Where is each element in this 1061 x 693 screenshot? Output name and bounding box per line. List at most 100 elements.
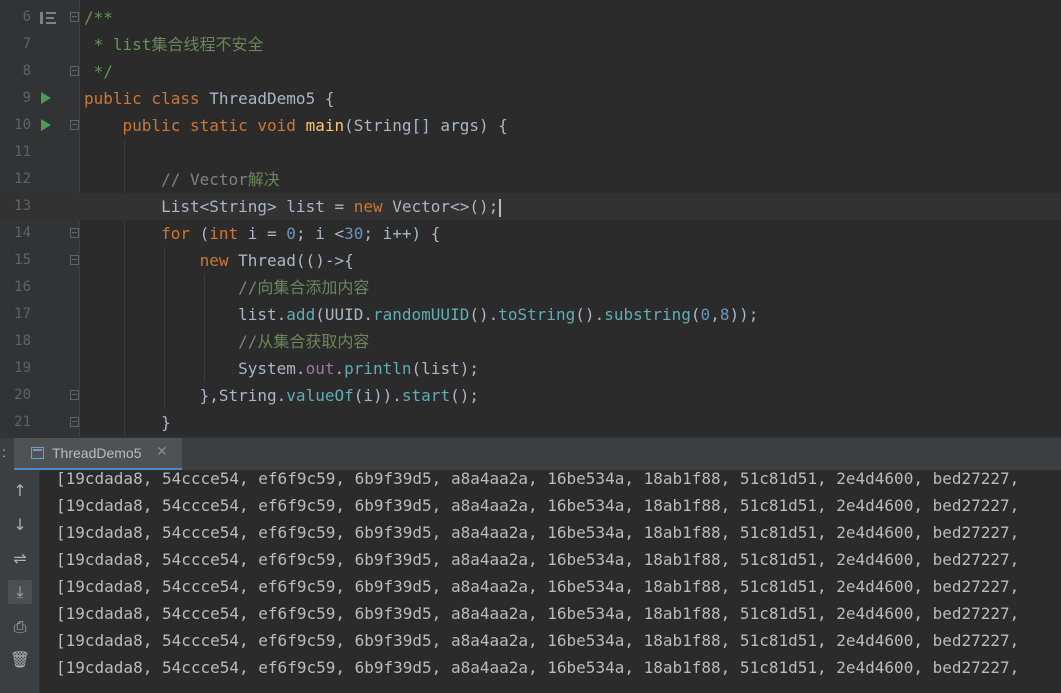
code-line-18[interactable]: 18 //从集合获取内容 xyxy=(0,328,1061,355)
code-line-13[interactable]: 13 List<String> list = new Vector<>(); xyxy=(0,193,1061,220)
code-token: toString xyxy=(498,305,576,324)
code-token: println xyxy=(344,359,412,378)
code-token: String xyxy=(218,386,277,405)
console-output-line: [19cdada8, 54ccce54, ef6f9c59, 6b9f39d5,… xyxy=(56,496,1020,515)
code-line-7[interactable]: 7 * list集合线程不安全 xyxy=(0,31,1061,58)
code-token: (i)). xyxy=(353,386,402,405)
code-token: * list xyxy=(84,35,152,54)
fold-icon[interactable] xyxy=(70,390,79,400)
code-token: public class xyxy=(84,89,210,108)
fold-icon[interactable] xyxy=(70,66,79,76)
code-text: //向集合添加内容 xyxy=(84,274,369,301)
line-number: 14 xyxy=(14,225,31,241)
text-caret xyxy=(499,198,502,217)
line-number: 11 xyxy=(14,144,31,160)
code-line-11[interactable]: 11 xyxy=(0,139,1061,166)
code-token: )); xyxy=(729,305,759,324)
console-toolbar: ↑ ↓ ⇌ ⤓ ⎙ 🗑 xyxy=(0,470,40,693)
code-line-19[interactable]: 19 System.out.println(list); xyxy=(0,355,1061,382)
soft-wrap-icon[interactable]: ⇌ xyxy=(8,547,32,571)
console-output-line: [19cdada8, 54ccce54, ef6f9c59, 6b9f39d5,… xyxy=(56,550,1020,569)
code-token: (()->{ xyxy=(295,251,354,270)
code-token: int xyxy=(209,224,248,243)
code-token: list. xyxy=(84,305,287,324)
code-line-17[interactable]: 17 list.add(UUID.randomUUID().toString()… xyxy=(0,301,1061,328)
code-token: <>(); xyxy=(450,197,499,216)
code-token: String xyxy=(209,197,268,216)
code-token: ( xyxy=(199,224,210,243)
code-token: 向集合添加内容 xyxy=(257,278,370,297)
run-icon[interactable] xyxy=(41,119,51,131)
line-number: 18 xyxy=(14,333,31,349)
console-icon xyxy=(31,447,44,459)
code-text: public class ThreadDemo5 { xyxy=(84,85,334,112)
code-token: ( xyxy=(690,305,701,324)
code-token: public static void xyxy=(84,116,306,135)
structure-icon[interactable] xyxy=(40,12,56,24)
code-token: // xyxy=(84,278,258,297)
code-token: System. xyxy=(84,359,306,378)
print-icon[interactable]: ⎙ xyxy=(8,615,32,639)
console-output-line: [19cdada8, 54ccce54, ef6f9c59, 6b9f39d5,… xyxy=(56,658,1020,677)
fold-icon[interactable] xyxy=(70,12,79,22)
code-token: out xyxy=(305,359,335,378)
code-line-8[interactable]: 8 */ xyxy=(0,58,1061,85)
code-token: main xyxy=(305,116,345,135)
line-number: 6 xyxy=(22,9,31,25)
line-number: 10 xyxy=(14,117,31,133)
code-line-16[interactable]: 16 //向集合添加内容 xyxy=(0,274,1061,301)
line-number: 12 xyxy=(14,171,31,187)
code-token: // xyxy=(84,332,258,351)
code-token: randomUUID xyxy=(373,305,470,324)
code-editor[interactable]: 6 /** 7 * list集合线程不安全 8 */ 9 public clas… xyxy=(0,0,1061,437)
code-token: String xyxy=(353,116,412,135)
fold-icon[interactable] xyxy=(70,255,79,265)
fold-icon[interactable] xyxy=(70,120,79,130)
fold-icon[interactable] xyxy=(70,228,79,238)
code-text: list.add(UUID.randomUUID().toString().su… xyxy=(84,301,758,328)
run-tab-label: ThreadDemo5 xyxy=(52,445,142,461)
line-number: 9 xyxy=(22,90,31,106)
code-token: i = xyxy=(247,224,287,243)
code-line-20[interactable]: 20 },String.valueOf(i)).start(); xyxy=(0,382,1061,409)
code-token: ; i++) { xyxy=(363,224,441,243)
code-token: { xyxy=(315,89,335,108)
code-token: > list = xyxy=(267,197,354,216)
arrow-up-icon[interactable]: ↑ xyxy=(8,479,32,503)
code-token: Vector xyxy=(392,197,451,216)
code-line-15[interactable]: 15 new Thread(()->{ xyxy=(0,247,1061,274)
line-number: 21 xyxy=(14,414,31,430)
code-line-12[interactable]: 12 // Vector解决 xyxy=(0,166,1061,193)
code-token: substring xyxy=(604,305,691,324)
code-text: /** xyxy=(84,8,113,27)
code-token: (list); xyxy=(411,359,479,378)
code-line-10[interactable]: 10 public static void main(String[] args… xyxy=(0,112,1061,139)
code-token: 0 xyxy=(286,224,296,243)
trash-icon[interactable]: 🗑 xyxy=(8,648,32,672)
code-text: */ xyxy=(84,62,113,81)
code-line-21[interactable]: 21 } xyxy=(0,409,1061,436)
arrow-down-icon[interactable]: ↓ xyxy=(8,513,32,537)
code-token: for xyxy=(84,224,200,243)
code-token: ThreadDemo5 xyxy=(209,89,316,108)
code-token: start xyxy=(401,386,451,405)
run-console[interactable]: ↑ ↓ ⇌ ⤓ ⎙ 🗑 [19cdada8, 54ccce54, ef6f9c5… xyxy=(0,469,1061,693)
code-token: // Vector xyxy=(84,170,248,189)
run-icon[interactable] xyxy=(41,92,51,104)
code-token: }, xyxy=(84,386,219,405)
console-output-line: [19cdada8, 54ccce54, ef6f9c59, 6b9f39d5,… xyxy=(56,523,1020,542)
code-token: new xyxy=(84,251,239,270)
console-output-line: [19cdada8, 54ccce54, ef6f9c59, 6b9f39d5,… xyxy=(56,469,1020,488)
close-icon[interactable]: ✕ xyxy=(156,444,168,460)
code-line-9[interactable]: 9 public class ThreadDemo5 { xyxy=(0,85,1061,112)
code-text: List<String> list = new Vector<>(); xyxy=(84,193,502,220)
code-token: . xyxy=(334,359,345,378)
code-line-14[interactable]: 14 for (int i = 0; i <30; i++) { xyxy=(0,220,1061,247)
code-token: 从集合获取内容 xyxy=(257,332,370,351)
fold-icon[interactable] xyxy=(70,417,79,427)
code-token: (); xyxy=(450,386,479,405)
line-number: 7 xyxy=(22,36,31,52)
code-text: new Thread(()->{ xyxy=(84,247,354,274)
code-line-6[interactable]: 6 /** xyxy=(0,4,1061,31)
scroll-to-end-icon[interactable]: ⤓ xyxy=(8,580,32,604)
